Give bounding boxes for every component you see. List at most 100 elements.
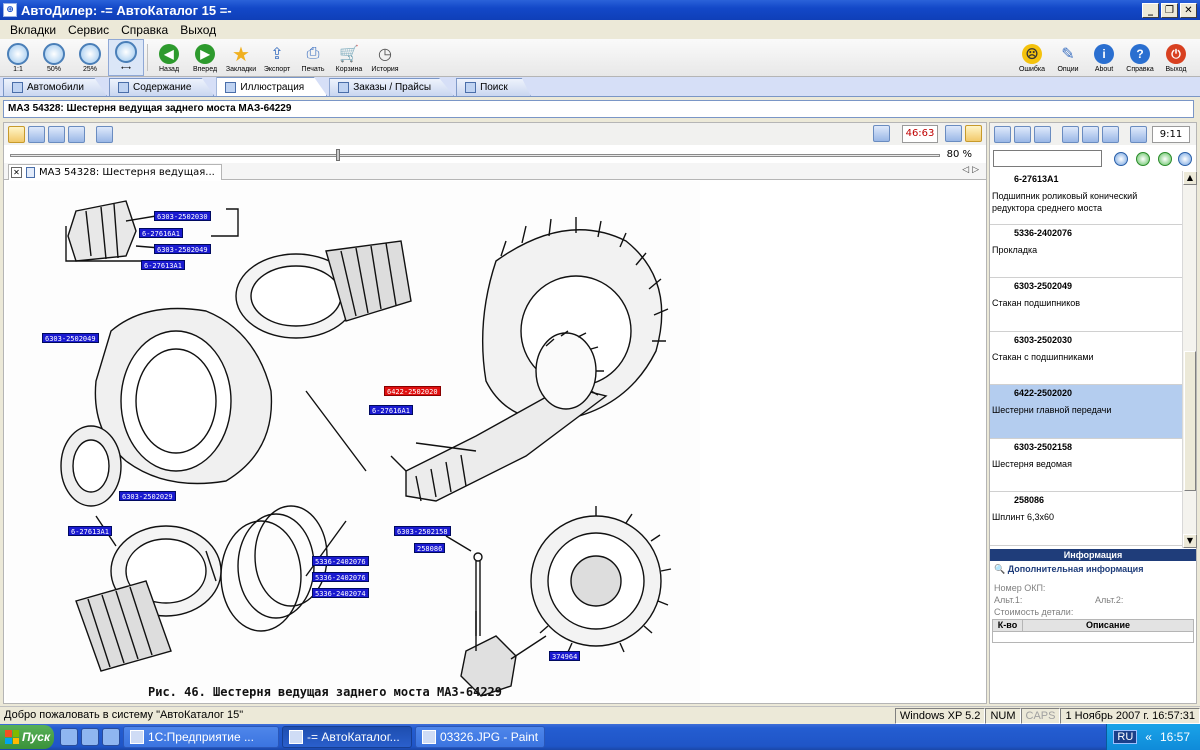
prev-icon[interactable] [1136, 152, 1150, 166]
menu-exit[interactable]: Выход [174, 23, 222, 37]
description-column-header[interactable]: Описание [1023, 620, 1193, 631]
info-header: Информация [990, 549, 1196, 561]
scroll-up-icon[interactable]: ▲ [1183, 171, 1197, 185]
minimize-button[interactable]: _ [1142, 2, 1159, 18]
layout-icon[interactable] [945, 125, 962, 142]
last-icon[interactable] [1178, 152, 1192, 166]
print-button[interactable]: ⎙ Печать [295, 39, 331, 76]
maximize-button[interactable]: ❐ [1161, 2, 1178, 18]
part-callout[interactable]: 6-27613А1 [68, 526, 112, 536]
next-icon[interactable] [1158, 152, 1172, 166]
grid-view-icon[interactable] [28, 125, 45, 143]
part-callout[interactable]: 6422-2502020 [384, 386, 441, 396]
camera-icon[interactable] [96, 125, 113, 143]
drawing-area: Рис. 46. Шестерня ведущая заднего моста … [4, 181, 986, 703]
part-callout[interactable]: 258086 [414, 543, 446, 553]
taskbar-button-paint[interactable]: 03326.JPG - Paint [415, 726, 545, 748]
qty-column-header[interactable]: К-во [993, 620, 1023, 631]
print-icon[interactable] [1130, 125, 1147, 143]
zoom-1-1-button[interactable]: 1:1 [0, 39, 36, 76]
zoom-50-button[interactable]: 50% [36, 39, 72, 76]
filter-icon[interactable] [1034, 125, 1051, 143]
part-number: 5336-2402076 [1014, 227, 1073, 238]
copy-icon[interactable] [994, 125, 1011, 143]
zoom-slider-thumb[interactable] [335, 149, 340, 161]
part-callout[interactable]: 5336-2402076 [312, 556, 369, 566]
split-view-icon[interactable] [965, 125, 982, 142]
part-callout[interactable]: 6303-2502049 [154, 244, 211, 254]
ie-quicklaunch-icon[interactable] [60, 728, 78, 746]
history-button[interactable]: ◷ История [367, 39, 403, 76]
parts-list-item[interactable]: 6303-2502030 Стакан с подшипниками [990, 332, 1182, 385]
scroll-down-icon[interactable]: ▼ [1183, 534, 1197, 548]
document-tab[interactable]: ✕ МАЗ 54328: Шестерня ведущая... [8, 164, 222, 180]
part-callout[interactable]: 5336-2402076 [312, 572, 369, 582]
part-callout[interactable]: 6303-2502158 [394, 526, 451, 536]
close-button[interactable]: ✕ [1180, 2, 1197, 18]
close-icon[interactable]: ✕ [11, 167, 22, 178]
zoom-fit-width-button[interactable]: ⟷ [108, 39, 144, 76]
parts-list-item[interactable]: 258086 Шплинт 6,3х60 [990, 492, 1182, 546]
parts-illustration[interactable]: Рис. 46. Шестерня ведущая заднего моста … [6, 181, 700, 701]
tray-expand-icon[interactable]: « [1145, 730, 1152, 744]
forward-button[interactable]: ▶ Вперед [187, 39, 223, 76]
cart-button[interactable]: 🛒 Корзина [331, 39, 367, 76]
explorer-quicklaunch-icon[interactable] [81, 728, 99, 746]
first-icon[interactable] [1114, 152, 1128, 166]
part-name: Стакан подшипников [992, 298, 1081, 308]
menu-tabs[interactable]: Вкладки [4, 23, 62, 37]
parts-list-item[interactable]: 6303-2502049 Стакан подшипников [990, 278, 1182, 332]
parts-list-item[interactable]: 6422-2502020 Шестерни главной передачи [990, 385, 1182, 439]
select-tool-icon[interactable] [8, 125, 25, 143]
scroll-thumb[interactable] [1184, 351, 1196, 491]
start-button[interactable]: Пуск [0, 725, 54, 749]
taskbar-button-autocatalog[interactable]: -= АвтоКаталог... [282, 726, 412, 748]
help-button[interactable]: ? Справка [1122, 39, 1158, 76]
tab-search[interactable]: Поиск [456, 78, 531, 96]
options-button[interactable]: ✎ Опции [1050, 39, 1086, 76]
bookmarks-button[interactable]: ★ Закладки [223, 39, 259, 76]
zoom-25-button[interactable]: 25% [72, 39, 108, 76]
parts-search-input[interactable] [993, 150, 1102, 167]
rotate-icon[interactable] [48, 125, 65, 143]
parts-list-item[interactable]: 6-27613А1 Подшипник роликовый конический … [990, 171, 1182, 225]
part-number: 6303-2502030 [1014, 334, 1073, 345]
add-to-cart-icon[interactable] [1062, 125, 1079, 143]
cart-icon [338, 82, 350, 93]
part-callout[interactable]: 6-27616А1 [139, 228, 183, 238]
part-callout[interactable]: 6303-2502030 [154, 211, 211, 221]
zoom-slider[interactable] [10, 154, 940, 157]
about-button[interactable]: i About [1086, 39, 1122, 76]
mark-icon[interactable] [68, 125, 85, 143]
delete-icon[interactable] [1082, 125, 1099, 143]
tab-orders-prices[interactable]: Заказы / Прайсы [329, 78, 455, 96]
tab-contents[interactable]: Содержание [108, 78, 215, 96]
parts-list-item[interactable]: 6303-2502158 Шестерня ведомая [990, 439, 1182, 492]
part-callout[interactable]: 6303-2502049 [42, 333, 99, 343]
tab-vehicles[interactable]: Автомобили [3, 78, 107, 96]
taskbar-button-1c[interactable]: 1С:Предприятие ... [123, 726, 279, 748]
part-callout[interactable]: 6-27613А1 [141, 260, 185, 270]
menu-service[interactable]: Сервис [62, 23, 115, 37]
part-callout[interactable]: 6303-2502029 [119, 491, 176, 501]
export-button[interactable]: ⇪ Экспорт [259, 39, 295, 76]
part-callout[interactable]: 6-27616А1 [369, 405, 413, 415]
forward-arrow-icon: ▶ [195, 44, 215, 64]
exit-button[interactable]: ⏻ Выход [1158, 39, 1194, 76]
tab-illustration[interactable]: Иллюстрация [216, 77, 328, 96]
tab-scroll-arrows[interactable]: ◁▷ [962, 165, 982, 175]
toolbar: 1:1 50% 25% ⟷ ◀ Назад ▶ Вперед ★ Закладки ⇪… [0, 39, 1200, 77]
edit-icon[interactable] [1102, 125, 1119, 143]
error-report-button[interactable]: ☹ Ошибка [1014, 39, 1050, 76]
image-icon[interactable] [1014, 125, 1031, 143]
back-button[interactable]: ◀ Назад [151, 39, 187, 76]
copy-icon[interactable] [873, 125, 890, 142]
part-callout[interactable]: 5336-2402074 [312, 588, 369, 598]
part-callout[interactable]: 374964 [549, 651, 581, 661]
parts-list-scrollbar[interactable]: ▲ ▼ [1182, 171, 1197, 548]
parts-list-item[interactable]: 5336-2402076 Прокладка [990, 225, 1182, 278]
app-quicklaunch-icon[interactable] [102, 728, 120, 746]
menu-help[interactable]: Справка [115, 23, 174, 37]
back-arrow-icon: ◀ [159, 44, 179, 64]
language-indicator[interactable]: RU [1113, 730, 1138, 744]
